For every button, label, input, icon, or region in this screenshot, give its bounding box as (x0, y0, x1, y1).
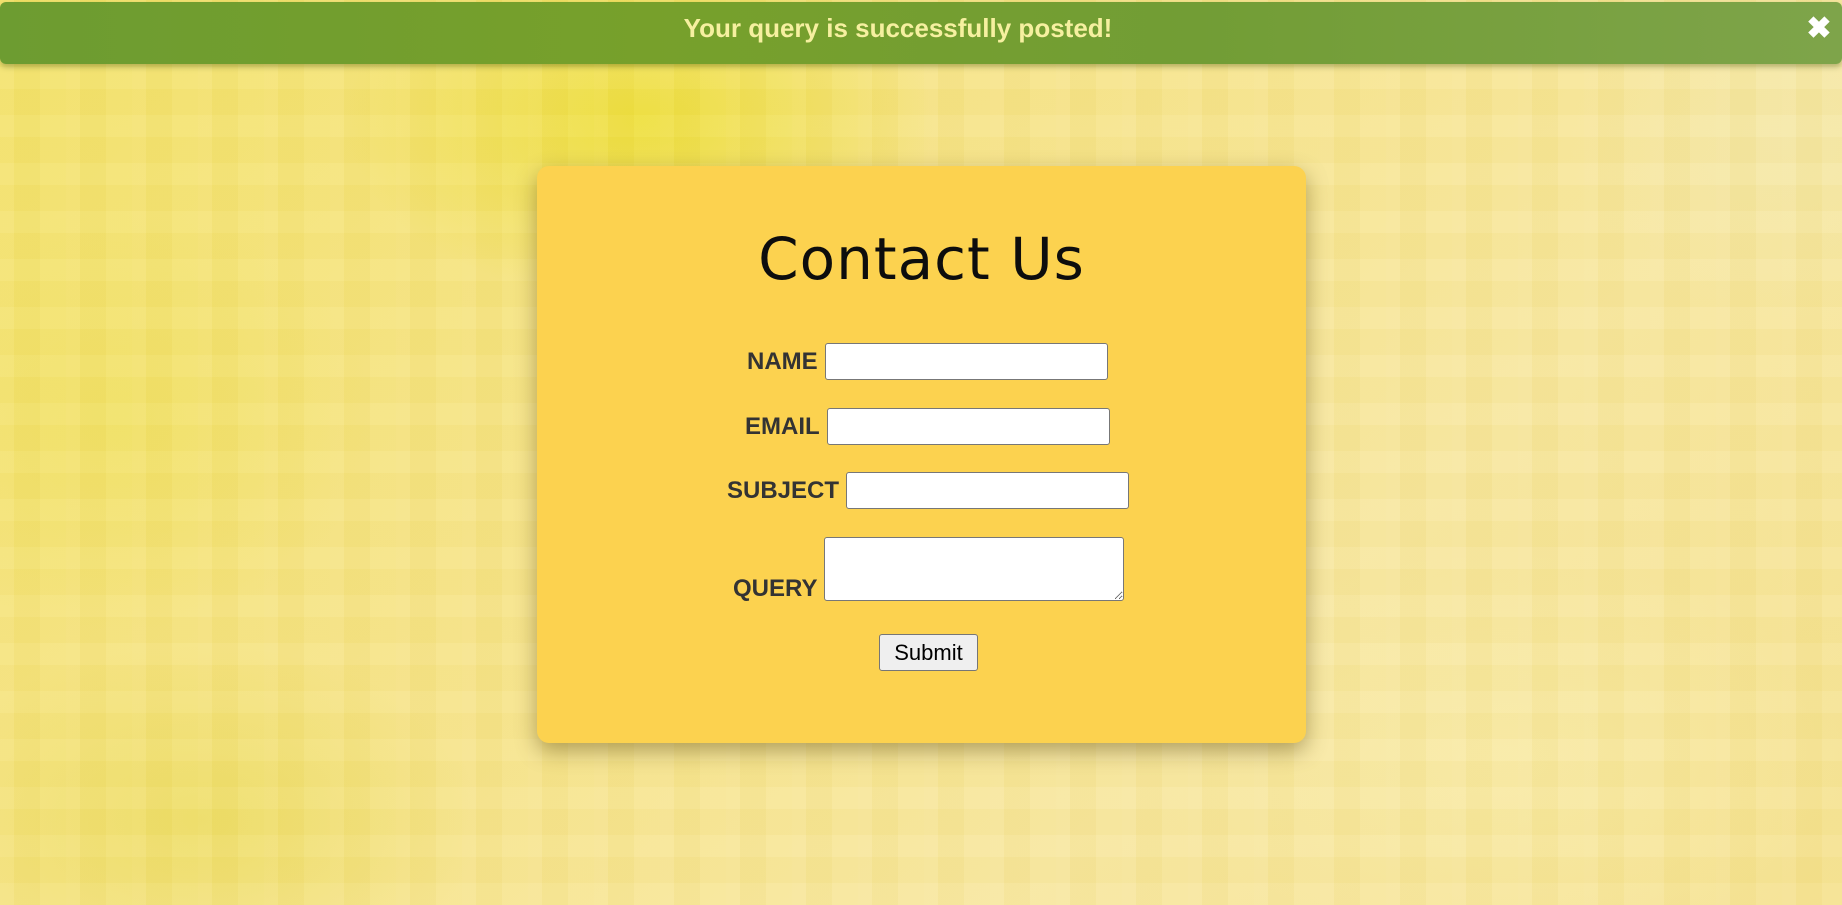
subject-label: SUBJECT (727, 476, 840, 504)
subject-row: SUBJECT (727, 472, 1130, 509)
success-alert: Your query is successfully posted! ✖ (0, 2, 1842, 64)
submit-button[interactable]: Submit (879, 634, 978, 671)
query-label: QUERY (733, 575, 818, 602)
alert-message: Your query is successfully posted! (683, 13, 1113, 43)
contact-form-card: Contact Us NAME EMAIL SUBJECT QUERY Subm… (537, 166, 1306, 743)
query-textarea[interactable] (824, 537, 1125, 601)
name-label: NAME (747, 347, 818, 375)
email-field[interactable] (826, 408, 1110, 445)
close-icon[interactable]: ✖ (1804, 14, 1834, 44)
query-row: QUERY (733, 537, 1125, 602)
page-title: Contact Us (758, 225, 1085, 293)
name-row: NAME (747, 343, 1108, 380)
email-label: EMAIL (745, 412, 820, 440)
name-field[interactable] (824, 343, 1108, 380)
email-row: EMAIL (745, 408, 1110, 445)
subject-field[interactable] (846, 472, 1130, 509)
